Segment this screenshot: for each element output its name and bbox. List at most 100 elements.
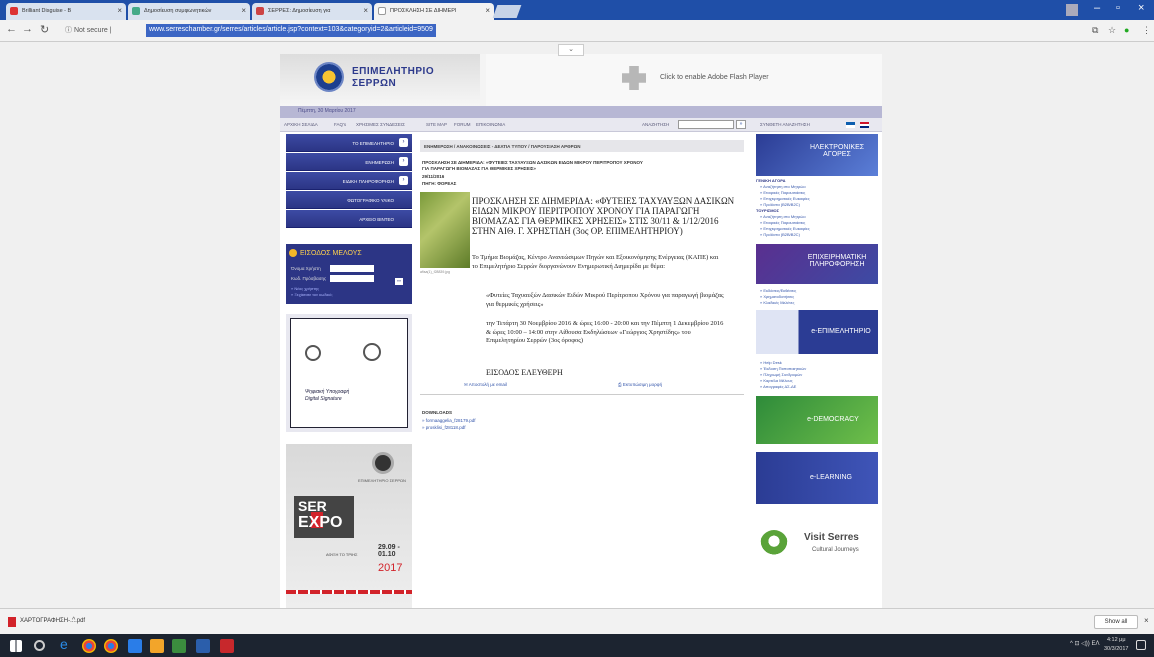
clock[interactable]: 4:12 μμ 30/3/2017: [1104, 636, 1128, 654]
close-icon[interactable]: ×: [117, 6, 122, 15]
user-icon[interactable]: [1066, 4, 1078, 16]
sidebar-link[interactable]: » Προϊόντα (B2B/B2C): [760, 202, 800, 207]
close-downloads-icon[interactable]: ×: [1144, 616, 1149, 625]
window-close-icon[interactable]: ×: [1138, 2, 1144, 14]
pdf-reader-icon[interactable]: [220, 639, 234, 653]
sidebar-link[interactable]: » Εκδόσεις/Εκθέσεις: [760, 288, 796, 293]
tab-2[interactable]: Δημοσίευση συμφωνητικών ×: [128, 3, 250, 20]
chevron-up-icon[interactable]: ^: [72, 617, 75, 624]
reload-icon[interactable]: ↻: [40, 23, 49, 36]
arrow-right-icon: ›: [399, 138, 408, 147]
register-link[interactable]: » Νέος χρήστης: [291, 286, 319, 291]
chevron-down-icon[interactable]: ⌄: [558, 44, 584, 56]
logo-area[interactable]: ΕΠΙΜΕΛΗΤΗΡΙΟ ΣΕΡΡΩΝ: [280, 54, 480, 106]
sidebar-link[interactable]: » Απογραφές ΔΣ-ΔΕ: [760, 384, 796, 389]
close-icon[interactable]: ×: [241, 6, 246, 15]
sidebar-link[interactable]: » Help Desk: [760, 360, 782, 365]
star-icon[interactable]: ☆: [1108, 25, 1116, 36]
nav-news[interactable]: ΕΝΗΜΕΡΩΣΗ ›: [286, 153, 412, 171]
username-input[interactable]: [330, 265, 374, 272]
nav-photos[interactable]: ΦΩΤΟΓΡΑΦΙΚΟ ΥΛΙΚΟ: [286, 191, 412, 209]
sidebar-link[interactable]: » Πληρωμή Συνδρομών: [760, 372, 802, 377]
store-icon[interactable]: [128, 639, 142, 653]
sidebar-link[interactable]: » Επιχειρηματικές Ευκαιρίες: [760, 196, 810, 201]
menu-faq[interactable]: FAQ's: [334, 122, 346, 127]
maximize-icon[interactable]: ▫: [1116, 2, 1120, 14]
nav-special-info[interactable]: ΕΙΔΙΚΗ ΠΛΗΡΟΦΟΡΗΣΗ ›: [286, 172, 412, 190]
notifications-icon[interactable]: [1136, 640, 1146, 650]
cortana-icon[interactable]: [34, 640, 45, 651]
print-link[interactable]: ⎙ Εκτυπώσιμη μορφή: [618, 382, 662, 387]
windows-start-icon[interactable]: [10, 640, 22, 652]
e-democracy-box[interactable]: e-DEMOCRACY: [756, 396, 878, 444]
greek-flag-icon[interactable]: [846, 122, 855, 128]
system-tray[interactable]: ^ ⊡ ◁)) ΕΛ: [1070, 640, 1099, 647]
close-icon[interactable]: ×: [485, 6, 490, 15]
search-button[interactable]: »: [736, 120, 746, 129]
business-info-box[interactable]: ΕΠΙΧΕΙΡΗΜΑΤΙΚΗ ΠΛΗΡΟΦΟΡΗΣΗ: [756, 244, 878, 284]
password-label: Κωδ. Πρόσβασης: [291, 276, 327, 281]
sidebar-link[interactable]: » Καρτέλα Μέλους: [760, 378, 793, 383]
image-caption[interactable]: afisa(1)_f28839.jpg: [420, 270, 450, 274]
menu-links[interactable]: ΧΡΗΣΙΜΕΣ ΣΥΝΔΕΣΕΙΣ: [356, 122, 405, 127]
menu-sitemap[interactable]: SITE MAP: [426, 122, 447, 127]
digital-signature-banner[interactable]: Ψηφιακή Υπογραφή Digital Signature: [286, 314, 412, 432]
menu-home[interactable]: ΑΡΧΙΚΗ ΣΕΛΙΔΑ: [284, 122, 318, 127]
sidebar-link[interactable]: » Αναζήτηση στο Μητρώο: [760, 214, 806, 219]
search-input[interactable]: [678, 120, 734, 129]
e-chamber-box[interactable]: e-ΕΠΙΜΕΛΗΤΗΡΙΟ: [756, 310, 878, 354]
show-all-button[interactable]: Show all: [1094, 615, 1138, 629]
file-explorer-icon[interactable]: [150, 639, 164, 653]
new-tab-button[interactable]: [492, 5, 522, 18]
forward-icon[interactable]: →: [22, 23, 33, 35]
translate-icon[interactable]: ⧉: [1092, 25, 1098, 36]
sidebar-link[interactable]: » Εταιρικές Παρουσιάσεις: [760, 220, 805, 225]
app-icon[interactable]: [172, 639, 186, 653]
e-chamber-title: e-ΕΠΙΜΕΛΗΤΗΡΙΟ: [811, 328, 871, 335]
tab-4-active[interactable]: ΠΡΟΣΚΛΗΣΗ ΣΕ ΔΙΗΜΕΡΙ ×: [374, 3, 494, 20]
flash-plugin-area[interactable]: Click to enable Adobe Flash Player: [486, 54, 882, 106]
downloaded-file[interactable]: ΧΑΡΤΟΓΡΑΦΗΣΗ-....pdf: [20, 618, 85, 624]
chrome-icon[interactable]: [82, 639, 96, 653]
sidebar-link[interactable]: » Προϊόντα (B2B/B2C): [760, 232, 800, 237]
menu-icon[interactable]: ⋮: [1142, 25, 1151, 36]
menu-contact[interactable]: ΕΠΙΚΟΙΝΩΝΙΑ: [476, 122, 505, 127]
security-indicator[interactable]: ⓘ Not secure |: [65, 25, 112, 35]
advanced-search-link[interactable]: ΣΥΝΘΕΤΗ ΑΝΑΖΗΤΗΣΗ: [760, 122, 810, 127]
back-icon[interactable]: ←: [6, 23, 17, 35]
e-markets-box[interactable]: ΗΛΕΚΤΡΟΝΙΚΕΣ ΑΓΟΡΕΣ: [756, 134, 878, 176]
send-email-link[interactable]: ✉ Αποστολή με email: [464, 382, 507, 388]
chrome-icon[interactable]: [104, 639, 118, 653]
breadcrumb[interactable]: ΕΝΗΜΕΡΩΣΗ / ΑΝΑΚΟΙΝΩΣΕΙΣ - ΔΕΛΤΙΑ ΤΥΠΟΥ …: [420, 140, 744, 152]
tab-3[interactable]: ΣΕΡΡΕΣ: Δημοσίευση για ×: [252, 3, 372, 20]
serexpo-banner[interactable]: ΕΠΙΜΕΛΗΤΗΡΙΟ ΣΕΡΡΩΝ SER EXPO ΑΦΙΞΗ ΤΟ ΤΡ…: [286, 444, 412, 608]
sidebar-link[interactable]: » Επιχειρηματικές Ευκαιρίες: [760, 226, 810, 231]
visit-serres-banner[interactable]: Visit Serres Cultural Journeys: [756, 522, 878, 568]
word-icon[interactable]: [196, 639, 210, 653]
close-icon[interactable]: ×: [363, 6, 368, 15]
sidebar-link[interactable]: » Εταιρικές Παρουσιάσεις: [760, 190, 805, 195]
forgot-password-link[interactable]: » Ξεχάσατε τον κωδικό;: [291, 292, 333, 297]
extension-icon[interactable]: ●: [1124, 25, 1129, 35]
tab-1[interactable]: Brilliant Disguise - B ×: [6, 3, 126, 20]
menu-forum[interactable]: FORUM: [454, 122, 471, 127]
english-flag-icon[interactable]: [860, 122, 869, 128]
password-input[interactable]: [330, 275, 374, 282]
sidebar-link[interactable]: » Έκδοση Πιστοποιητικών: [760, 366, 806, 371]
e-democracy-title: e-DEMOCRACY: [807, 416, 859, 423]
nav-label: ΑΡΧΕΙΟ ΒΙΝΤΕΟ: [359, 217, 394, 222]
article-image[interactable]: [420, 192, 470, 268]
article-source: ΠΗΓΗ: ΦΟΡΕΑΣ: [422, 181, 457, 186]
minimize-icon[interactable]: –: [1094, 2, 1100, 14]
nav-video-archive[interactable]: ΑΡΧΕΙΟ ΒΙΝΤΕΟ: [286, 210, 412, 228]
download-link[interactable]: » prosklisi_f28118.pdf: [422, 425, 465, 430]
sidebar-link[interactable]: » Χρηματοδοτήσεις: [760, 294, 794, 299]
login-button[interactable]: »»: [395, 278, 403, 285]
sidebar-link[interactable]: » Αναζήτηση στο Μητρώο: [760, 184, 806, 189]
e-learning-box[interactable]: e-LEARNING: [756, 452, 878, 504]
download-link[interactable]: » formaaggelia_f28179.pdf: [422, 418, 476, 423]
edge-icon[interactable]: e: [60, 636, 74, 652]
url-field[interactable]: www.serreschamber.gr/serres/articles/art…: [146, 24, 436, 37]
nav-chamber[interactable]: ΤΟ ΕΠΙΜΕΛΗΤΗΡΙΟ ›: [286, 134, 412, 152]
sidebar-link[interactable]: » Κλαδικές Μελέτες: [760, 300, 794, 305]
